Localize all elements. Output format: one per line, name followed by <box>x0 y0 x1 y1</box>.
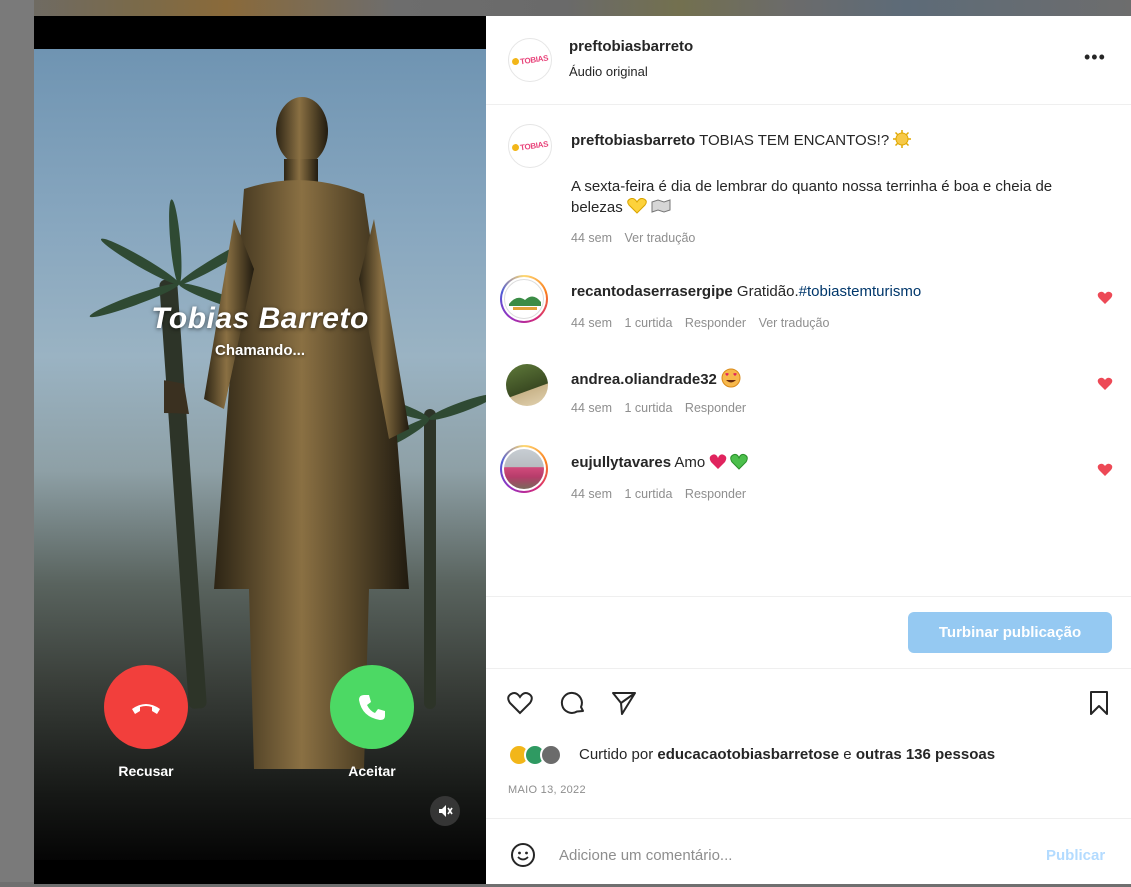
comment-likes-count[interactable]: 1 curtida <box>624 401 672 415</box>
comments-divider <box>486 596 1131 597</box>
input-divider <box>486 818 1131 819</box>
comment-meta: 44 sem 1 curtida Responder <box>571 487 755 501</box>
comment-username[interactable]: recantodaserrasergipe <box>571 283 733 300</box>
comment-row-2: andrea.oliandrade32 <box>571 368 1091 388</box>
comment-input[interactable]: Adicione um comentário... <box>559 847 732 864</box>
heart-filled-icon[interactable] <box>1097 462 1113 478</box>
comment-time: 44 sem <box>571 316 612 330</box>
comment-avatar[interactable] <box>506 364 548 406</box>
yellow-heart-emoji-icon <box>627 197 647 214</box>
decline-label: Recusar <box>118 763 174 779</box>
caption-body: A sexta-feira é dia de lembrar do quanto… <box>571 176 1101 218</box>
comment-time: 44 sem <box>571 487 612 501</box>
actions-divider <box>486 668 1131 669</box>
liker-avatar[interactable] <box>540 744 562 766</box>
comment-username[interactable]: eujullytavares <box>571 454 671 471</box>
post-date: MAIO 13, 2022 <box>508 784 586 796</box>
comment-avatar[interactable] <box>500 445 548 493</box>
bookmark-icon[interactable] <box>1085 689 1113 717</box>
call-status: Chamando... <box>214 342 305 359</box>
caption-translate-link[interactable]: Ver tradução <box>624 231 695 245</box>
comment-row-1: recantodaserrasergipe Gratidão.#tobiaste… <box>571 283 1091 300</box>
likes-others-link[interactable]: outras 136 pessoas <box>856 746 995 763</box>
reply-button[interactable]: Responder <box>685 316 746 330</box>
comment-row-3: eujullytavares Amo <box>571 453 1091 471</box>
comment-avatar[interactable] <box>500 275 548 323</box>
likes-prefix: Curtido por <box>579 746 654 763</box>
reel-video[interactable]: Tobias Barreto Chamando... Recusar Aceit… <box>34 16 486 884</box>
header-divider <box>486 104 1131 105</box>
video-frame <box>34 49 486 860</box>
caption-time: 44 sem <box>571 231 612 245</box>
comment-meta: 44 sem 1 curtida Responder <box>571 401 755 415</box>
heart-outline-icon[interactable] <box>506 689 534 717</box>
comment-likes-count[interactable]: 1 curtida <box>624 487 672 501</box>
heart-eyes-emoji-icon <box>721 368 741 388</box>
caption-avatar[interactable]: TOBIAS <box>508 124 552 168</box>
accept-call-button[interactable] <box>330 665 414 749</box>
heart-filled-icon[interactable] <box>1097 376 1113 392</box>
recanto-logo-icon <box>509 296 541 310</box>
comment-icon[interactable] <box>559 689 587 717</box>
heart-filled-icon[interactable] <box>1097 290 1113 306</box>
more-options-icon[interactable]: ••• <box>1084 48 1106 66</box>
decline-call-button[interactable] <box>104 665 188 749</box>
sun-emoji-icon <box>893 130 912 148</box>
publish-button[interactable]: Publicar <box>1046 847 1105 864</box>
likes-user-link[interactable]: educacaotobiasbarretose <box>657 746 839 763</box>
caller-name: Tobias Barreto <box>151 302 369 335</box>
boost-post-button[interactable]: Turbinar publicação <box>908 612 1112 653</box>
comment-likes-count[interactable]: 1 curtida <box>624 316 672 330</box>
comment-text: Amo <box>674 454 706 471</box>
hashtag-link[interactable]: #tobiastemturismo <box>799 283 922 300</box>
hang-up-icon <box>132 704 160 714</box>
comment-text: Gratidão. <box>736 283 799 300</box>
comment-time: 44 sem <box>571 401 612 415</box>
send-icon[interactable] <box>610 689 638 717</box>
background-page-left <box>0 0 34 887</box>
red-green-hearts-emoji-icon <box>710 453 749 470</box>
likes-conjunction: e <box>843 746 852 763</box>
palm-trunk-right <box>424 409 436 709</box>
caption-meta: 44 sem Ver tradução <box>571 231 704 245</box>
reply-button[interactable]: Responder <box>685 401 746 415</box>
map-emoji-icon <box>651 199 671 213</box>
post-author-username[interactable]: preftobiasbarreto <box>569 38 693 55</box>
comment-meta: 44 sem 1 curtida Responder Ver tradução <box>571 316 838 330</box>
phone-icon <box>359 695 385 720</box>
background-page <box>0 0 1131 16</box>
emoji-icon[interactable] <box>510 842 536 868</box>
likes-summary: Curtido por educacaotobiasbarretose e ou… <box>579 746 995 763</box>
caption-username[interactable]: preftobiasbarreto <box>571 132 695 149</box>
speaker-muted-icon[interactable] <box>430 796 460 826</box>
original-audio-link[interactable]: Áudio original <box>569 64 648 79</box>
post-panel: TOBIAS preftobiasbarreto Áudio original … <box>486 16 1131 884</box>
caption-title-line: preftobiasbarreto TOBIAS TEM ENCANTOS!? <box>571 130 1101 149</box>
comment-username[interactable]: andrea.oliandrade32 <box>571 371 717 388</box>
reply-button[interactable]: Responder <box>685 487 746 501</box>
profile-avatar[interactable]: TOBIAS <box>508 38 552 82</box>
translate-link[interactable]: Ver tradução <box>759 316 830 330</box>
accept-label: Aceitar <box>348 763 396 779</box>
caption-title: TOBIAS TEM ENCANTOS!? <box>699 132 890 149</box>
